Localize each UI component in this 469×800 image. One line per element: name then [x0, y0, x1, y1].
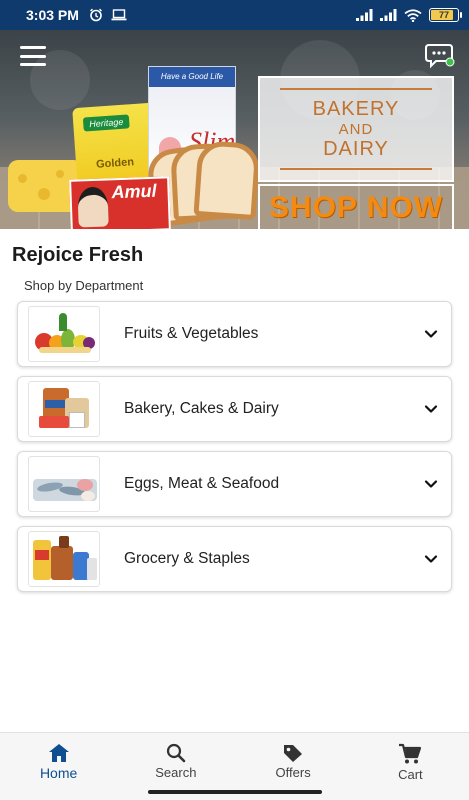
chat-icon[interactable]: [425, 42, 455, 70]
cheese-image: [8, 160, 78, 212]
nav-label: Home: [39, 765, 78, 781]
brand-heritage: Heritage: [82, 114, 130, 132]
department-name: Grocery & Staples: [124, 550, 250, 567]
status-bar: 3:03 PM 77: [0, 0, 469, 30]
promo-line-and: AND: [338, 120, 374, 138]
signal-icon: [356, 9, 373, 21]
chevron-down-icon[interactable]: [423, 326, 439, 342]
department-item-bakery-dairy[interactable]: Bakery, Cakes & Dairy: [17, 376, 452, 442]
chevron-down-icon[interactable]: [423, 551, 439, 567]
nav-home[interactable]: Home: [0, 733, 117, 800]
page-title: Rejoice Fresh: [12, 244, 144, 266]
slim-tagline: Have a Good Life: [149, 67, 235, 87]
grocery-staples-image: [28, 531, 100, 587]
product-golden: Golden: [95, 156, 135, 171]
department-list: Fruits & Vegetables Bakery, Cakes & Dair…: [17, 301, 452, 601]
menu-icon[interactable]: [20, 46, 46, 66]
battery-level: 77: [438, 10, 449, 20]
promo-frame: BAKERY AND DAIRY: [258, 76, 454, 182]
nav-label: Offers: [275, 765, 311, 780]
eggs-meat-seafood-image: [28, 456, 100, 512]
department-name: Bakery, Cakes & Dairy: [124, 400, 279, 417]
chevron-down-icon[interactable]: [423, 476, 439, 492]
tag-icon: [284, 745, 303, 762]
department-item-grocery-staples[interactable]: Grocery & Staples: [17, 526, 452, 592]
laptop-icon: [111, 9, 127, 21]
section-label: Shop by Department: [24, 278, 144, 293]
signal-icon: [380, 9, 397, 21]
shop-now-button[interactable]: SHOP NOW: [258, 184, 454, 229]
amul-box-image: Amul: [69, 176, 171, 229]
chevron-down-icon[interactable]: [423, 401, 439, 417]
nav-cart[interactable]: Cart: [352, 733, 469, 800]
promo-line-bakery: BAKERY: [312, 97, 400, 120]
department-name: Eggs, Meat & Seafood: [124, 475, 280, 492]
department-item-fruits-vegetables[interactable]: Fruits & Vegetables: [17, 301, 452, 367]
battery-icon: 77: [429, 8, 462, 22]
nav-label: Search: [155, 765, 197, 780]
department-item-eggs-meat-seafood[interactable]: Eggs, Meat & Seafood: [17, 451, 452, 517]
fruits-vegetables-image: [28, 306, 100, 362]
alarm-icon: [89, 8, 102, 22]
search-icon: [166, 743, 186, 763]
cart-icon: [399, 743, 422, 764]
promo-banner[interactable]: Heritage Golden Have a Good Life Slim Am…: [0, 30, 469, 229]
wifi-icon: [404, 8, 422, 22]
home-icon: [48, 744, 69, 762]
promo-line-dairy: DAIRY: [323, 137, 389, 160]
home-indicator[interactable]: [148, 790, 322, 794]
bakery-dairy-image: [28, 381, 100, 437]
department-name: Fruits & Vegetables: [124, 325, 259, 342]
brand-amul: Amul: [111, 180, 157, 203]
nav-label: Cart: [398, 767, 423, 782]
status-time: 3:03 PM: [26, 7, 79, 23]
